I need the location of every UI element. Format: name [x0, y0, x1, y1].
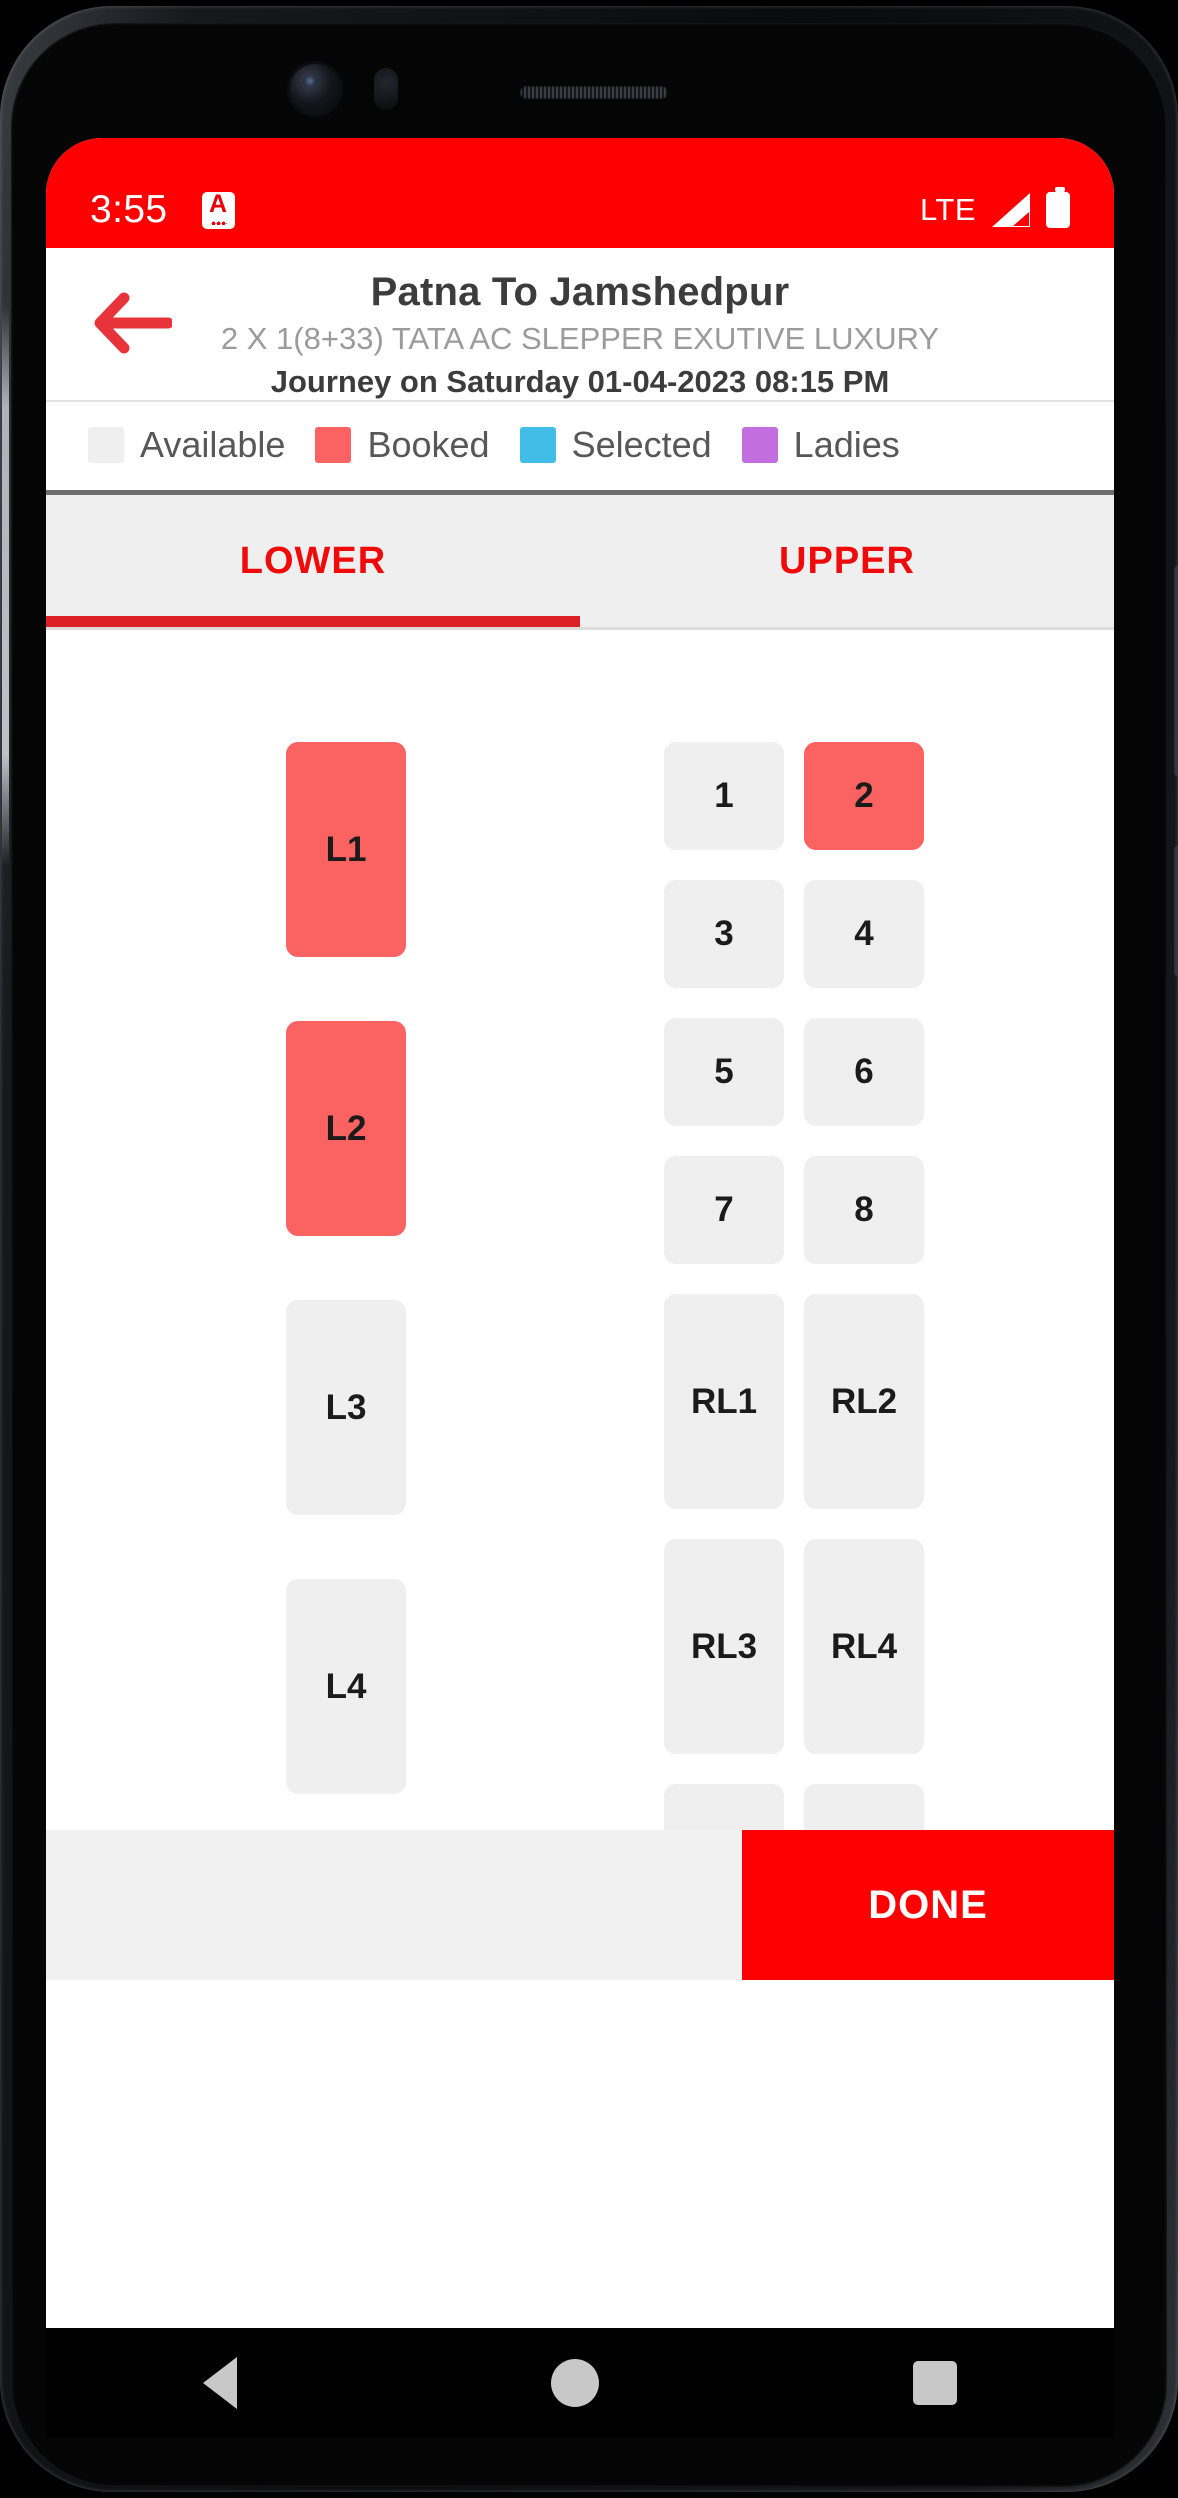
- status-bar-right: LTE: [919, 187, 1070, 228]
- legend-item-available: Available: [88, 424, 285, 466]
- seat-row-2: 3 4: [664, 880, 924, 988]
- legend-item-selected: Selected: [519, 424, 712, 466]
- tab-lower[interactable]: LOWER: [46, 495, 580, 627]
- network-type-label: LTE: [919, 192, 976, 227]
- seat-L4[interactable]: L4: [286, 1579, 406, 1794]
- seat-6[interactable]: 6: [804, 1018, 924, 1126]
- nav-home-circle-icon[interactable]: [551, 2359, 599, 2407]
- back-arrow-icon[interactable]: [94, 292, 174, 354]
- legend-label-selected: Selected: [571, 424, 712, 465]
- back-arrow-svg: [94, 292, 174, 354]
- seat-RL2[interactable]: RL2: [804, 1294, 924, 1509]
- front-camera-icon: [290, 64, 340, 114]
- seat-3[interactable]: 3: [664, 880, 784, 988]
- status-bar-left: 3:55 A: [90, 188, 235, 232]
- rear-sleeper-row-1: RL1 RL2: [664, 1294, 924, 1509]
- tab-active-indicator: [46, 616, 580, 627]
- app-header: Patna To Jamshedpur 2 X 1(8+33) TATA AC …: [46, 248, 1114, 400]
- volume-button[interactable]: [1174, 566, 1178, 776]
- left-sleeper-column: L1 L2 L3 L4: [196, 742, 496, 1980]
- legend-label-ladies: Ladies: [793, 424, 900, 465]
- seat-legend: Available Booked Selected Ladies: [46, 402, 1114, 490]
- bezel-highlight: [2, 306, 9, 866]
- seat-RL1[interactable]: RL1: [664, 1294, 784, 1509]
- notification-app-icon[interactable]: A: [201, 191, 235, 229]
- tab-upper-label: UPPER: [779, 539, 915, 582]
- legend-swatch-booked: [315, 427, 352, 463]
- nav-recents-square-icon[interactable]: [913, 2361, 957, 2405]
- bus-details-label: 2 X 1(8+33) TATA AC SLEPPER EXUTIVE LUXU…: [220, 321, 940, 356]
- seat-map-scroll-area[interactable]: L1 L2 L3 L4 1 2 3 4 5 6 7 8 RL1 RL2 RL3 …: [46, 630, 1114, 1980]
- seat-row-4: 7 8: [664, 1156, 924, 1264]
- legend-label-available: Available: [140, 424, 286, 465]
- bottom-action-bar: DONE: [46, 1830, 1114, 1980]
- seat-1[interactable]: 1: [664, 742, 784, 850]
- tab-lower-label: LOWER: [239, 539, 387, 582]
- power-button[interactable]: [1174, 846, 1178, 976]
- phone-screen: 3:55 A LTE Patna To Jamshedpur 2 X 1(8+3…: [46, 138, 1114, 2368]
- legend-swatch-ladies: [741, 427, 778, 463]
- page-title: Patna To Jamshedpur: [370, 270, 790, 314]
- deck-columns: L1 L2 L3 L4 1 2 3 4 5 6 7 8 RL1 RL2 RL3 …: [46, 742, 1114, 1980]
- nav-back-triangle-icon[interactable]: [203, 2357, 237, 2409]
- android-navigation-bar: [46, 2328, 1114, 2438]
- lower-deck-layout: L1 L2 L3 L4 1 2 3 4 5 6 7 8 RL1 RL2 RL3 …: [46, 742, 1114, 1980]
- done-button[interactable]: DONE: [742, 1830, 1114, 1980]
- seat-L3[interactable]: L3: [286, 1300, 406, 1515]
- seat-row-3: 5 6: [664, 1018, 924, 1126]
- seat-5[interactable]: 5: [664, 1018, 784, 1126]
- numbered-seat-grid: 1 2 3 4 5 6 7 8 RL1 RL2 RL3 RL4: [664, 742, 924, 1980]
- rear-sleeper-row-2: RL3 RL4: [664, 1539, 924, 1754]
- header-text-block: Patna To Jamshedpur 2 X 1(8+33) TATA AC …: [46, 270, 1114, 400]
- deck-tabs: LOWER UPPER: [46, 495, 1114, 627]
- seat-4[interactable]: 4: [804, 880, 924, 988]
- journey-label: Journey on Saturday 01-04-2023 08:15 PM: [270, 364, 890, 399]
- screenshot-root: 3:55 A LTE Patna To Jamshedpur 2 X 1(8+3…: [0, 0, 1178, 2498]
- seat-7[interactable]: 7: [664, 1156, 784, 1264]
- seat-8[interactable]: 8: [804, 1156, 924, 1264]
- right-seat-column: 1 2 3 4 5 6 7 8 RL1 RL2 RL3 RL4: [664, 742, 964, 1980]
- legend-item-booked: Booked: [315, 424, 490, 466]
- earpiece-speaker: [520, 86, 668, 99]
- status-bar: 3:55 A LTE: [46, 138, 1114, 248]
- battery-full-icon: [1046, 187, 1070, 228]
- seat-2[interactable]: 2: [804, 742, 924, 850]
- status-time: 3:55: [90, 188, 168, 231]
- seat-RL4[interactable]: RL4: [804, 1539, 924, 1754]
- tab-upper[interactable]: UPPER: [580, 495, 1114, 627]
- proximity-sensor-icon: [374, 68, 398, 110]
- seat-row-1: 1 2: [664, 742, 924, 850]
- legend-item-ladies: Ladies: [741, 424, 900, 466]
- seat-L1[interactable]: L1: [286, 742, 406, 957]
- legend-swatch-available: [88, 427, 124, 463]
- seat-L2[interactable]: L2: [286, 1021, 406, 1236]
- seat-RL3[interactable]: RL3: [664, 1539, 784, 1754]
- legend-swatch-selected: [519, 427, 556, 463]
- signal-bars-icon: [992, 193, 1030, 227]
- legend-label-booked: Booked: [367, 424, 490, 465]
